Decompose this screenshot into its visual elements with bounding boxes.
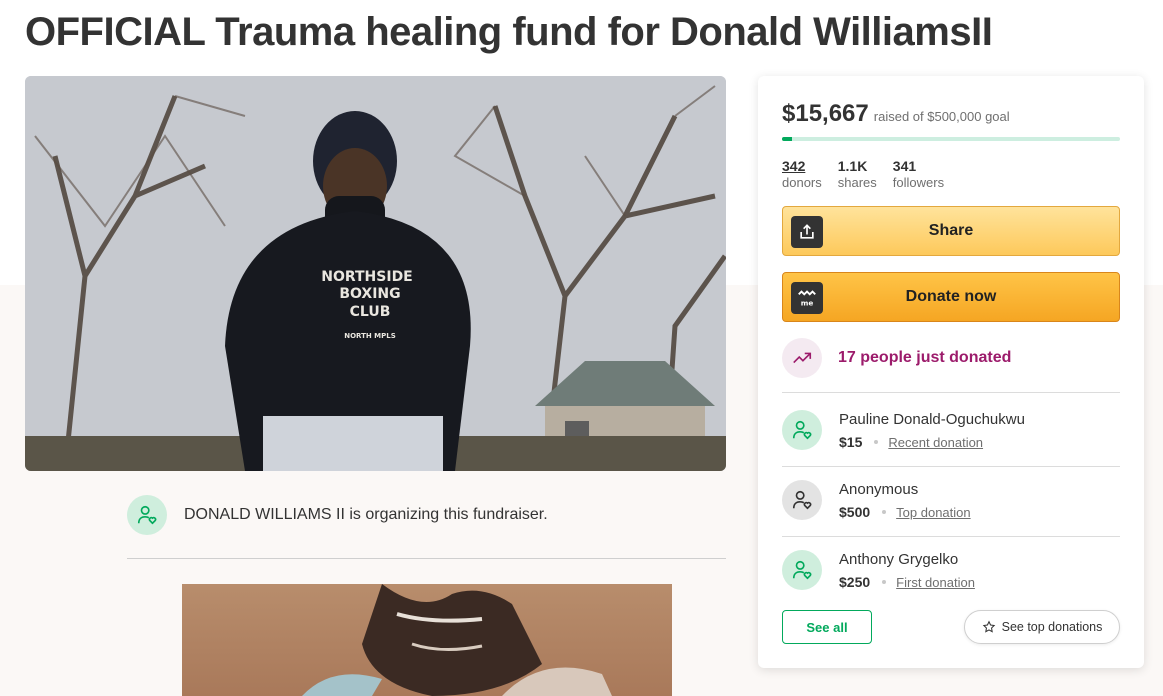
organizer-text: DONALD WILLIAMS II is organizing this fu… <box>184 506 548 523</box>
divider <box>782 466 1120 467</box>
donor-name: Anonymous <box>839 481 919 498</box>
see-all-button[interactable]: See all <box>782 610 872 644</box>
donation-meta: $250 First donation <box>839 574 975 590</box>
donate-button-label: Donate now <box>905 288 997 305</box>
donation-type-link[interactable]: Top donation <box>896 505 970 520</box>
donation-card: $15,667 raised of $500,000 goal 342 dono… <box>758 76 1144 668</box>
raised-amount: $15,667 <box>782 100 869 127</box>
stat-shares-value: 1.1K <box>837 158 868 174</box>
donation-meta: $500 Top donation <box>839 504 971 520</box>
donation-type-link[interactable]: Recent donation <box>888 435 983 450</box>
organizer-row: DONALD WILLIAMS II is organizing this fu… <box>127 495 726 559</box>
donation-meta: $15 Recent donation <box>839 434 983 450</box>
donation-amount: $250 <box>839 574 871 590</box>
stat-followers-value: 341 <box>892 158 917 174</box>
stat-followers: 341 followers <box>893 158 944 190</box>
story-image <box>182 584 672 696</box>
separator-dot <box>882 510 887 514</box>
stat-donors-label: donors <box>782 175 822 190</box>
donation-amount: $15 <box>839 434 863 450</box>
hoodie-text-2: BOXING <box>339 286 400 302</box>
stat-donors[interactable]: 342 donors <box>782 158 822 190</box>
separator-dot <box>882 580 887 584</box>
see-top-donations-button[interactable]: See top donations <box>964 610 1120 644</box>
donation-item: Pauline Donald-Oguchukwu $15 Recent dona… <box>782 406 1120 466</box>
donate-button[interactable]: me Donate now <box>782 272 1120 322</box>
goal-text: raised of $500,000 goal <box>873 109 1010 124</box>
star-icon <box>982 620 995 633</box>
stat-followers-label: followers <box>892 175 945 190</box>
stat-donors-value[interactable]: 342 <box>782 158 822 174</box>
stat-shares-label: shares <box>837 175 877 190</box>
svg-text:me: me <box>801 298 814 307</box>
donor-avatar-icon <box>782 410 822 450</box>
stats-row: 342 donors 1.1K shares 341 followers <box>782 158 944 190</box>
donation-type-link[interactable]: First donation <box>896 575 975 590</box>
donor-name: Anthony Grygelko <box>839 551 959 568</box>
separator-dot <box>874 440 879 444</box>
progress-bar-fill <box>782 137 793 141</box>
hoodie-text-3: CLUB <box>350 304 391 320</box>
hoodie-text-4: NORTH MPLS <box>344 332 396 340</box>
hoodie-text-1: NORTHSIDE <box>321 269 413 285</box>
recent-activity: 17 people just donated <box>782 338 1011 378</box>
raised-summary: $15,667 raised of $500,000 goal <box>782 100 1010 128</box>
donor-avatar-icon <box>782 550 822 590</box>
progress-bar <box>782 137 1120 141</box>
share-button[interactable]: Share <box>782 206 1120 256</box>
divider <box>782 536 1120 537</box>
donation-item: Anthony Grygelko $250 First donation <box>782 546 1120 606</box>
page-title: OFFICIAL Trauma healing fund for Donald … <box>25 10 993 54</box>
donor-name: Pauline Donald-Oguchukwu <box>839 411 1025 428</box>
divider <box>782 392 1120 393</box>
organizer-avatar-icon <box>127 495 167 535</box>
gofundme-logo-icon: me <box>791 282 823 314</box>
trending-up-icon <box>782 338 822 378</box>
share-button-label: Share <box>928 222 974 239</box>
stat-shares: 1.1K shares <box>838 158 877 190</box>
share-upload-icon <box>791 216 823 248</box>
recent-donations-count: 17 people just donated <box>838 349 1012 366</box>
donor-avatar-icon <box>782 480 822 520</box>
see-top-donations-label: See top donations <box>1001 620 1103 634</box>
donation-item: Anonymous $500 Top donation <box>782 476 1120 536</box>
hero-image: NORTHSIDE BOXING CLUB NORTH MPLS <box>25 76 726 471</box>
donation-amount: $500 <box>839 504 871 520</box>
